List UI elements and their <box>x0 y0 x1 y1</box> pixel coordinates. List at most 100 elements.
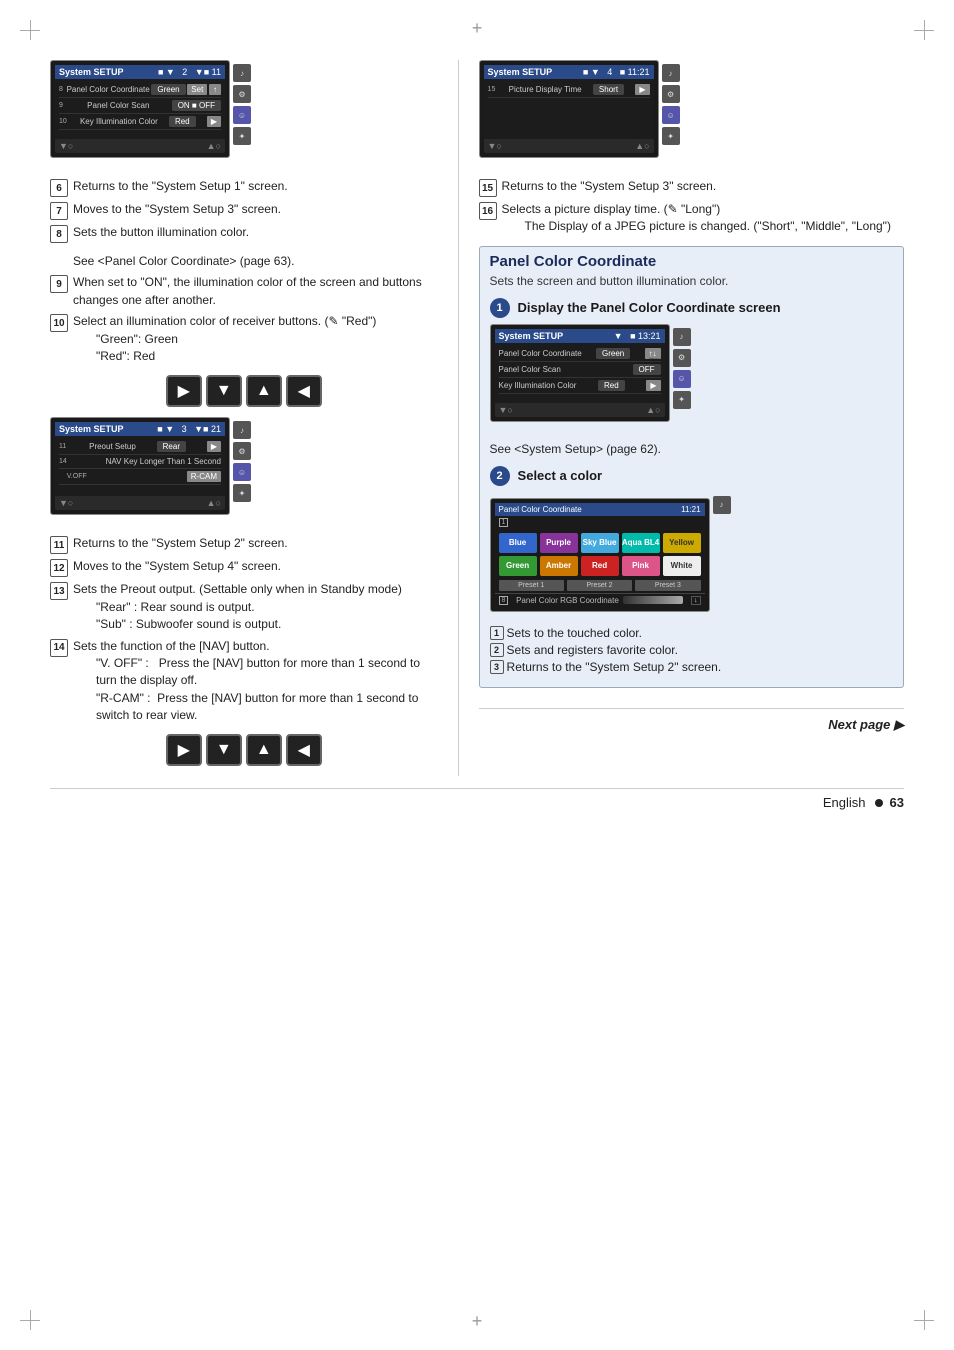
screen2-row2b-text: V.OFF <box>59 473 87 480</box>
nav-arrow-back[interactable]: ◀ <box>286 375 322 407</box>
item-10-num: 10 <box>50 314 68 332</box>
screen3-wrapper: System SETUP ■ ▼ 4 ■ 11:21 15 Picture Di… <box>479 60 904 170</box>
screen2-row2b: V.OFF R-CAM <box>59 469 221 485</box>
item-15-text: Returns to the "System Setup 3" screen. <box>502 178 904 197</box>
side-icon3-3: ☺ <box>662 106 680 124</box>
item-13: 13 Sets the Preout output. (Settable onl… <box>50 581 438 633</box>
color-cell-skyblue[interactable]: Sky Blue <box>581 533 619 553</box>
item-13-sub2: "Sub" : Subwoofer sound is output. <box>96 616 402 633</box>
step1-screen-row3: Key Illumination Color Red ▶ <box>499 378 661 394</box>
screen1-row1-up[interactable]: ↑ <box>209 84 221 95</box>
nav-arrow2-back[interactable]: ◀ <box>286 734 322 766</box>
item-7-text: Moves to the "System Setup 3" screen. <box>73 201 438 220</box>
screen1-bottom-left: ▼○ <box>59 141 73 151</box>
color-cell-yellow[interactable]: Yellow <box>663 533 701 553</box>
step1-title: Display the Panel Color Coordinate scree… <box>518 300 781 315</box>
rgb-slider[interactable] <box>623 596 683 604</box>
result-item-3: 3 Returns to the "System Setup 2" screen… <box>490 660 893 674</box>
nav-arrow-down[interactable]: ▼ <box>206 375 242 407</box>
screen3-mockup: System SETUP ■ ▼ 4 ■ 11:21 15 Picture Di… <box>479 60 659 158</box>
color-cell-red[interactable]: Red <box>581 556 619 576</box>
screen2-row1: 11 Preout Setup Rear ▶ <box>59 439 221 455</box>
side-icon-3: ☺ <box>233 106 251 124</box>
item-10-sub2: "Red": Red <box>96 348 376 365</box>
preset-btn-2[interactable]: Preset 2 <box>567 580 632 591</box>
nav-arrow-forward[interactable]: ▶ <box>166 375 202 407</box>
item-12: 12 Moves to the "System Setup 4" screen. <box>50 558 438 577</box>
step1-screen-mockup: System SETUP ▼ ■ 13:21 Panel Color Coord… <box>490 324 670 422</box>
side-icon-2: ⚙ <box>233 85 251 103</box>
step1-side-icon-1: ♪ <box>673 328 691 346</box>
result-item-1: 1 Sets to the touched color. <box>490 626 893 640</box>
preset-row: Preset 1 Preset 2 Preset 3 <box>495 580 705 593</box>
screen2-wrapper: System SETUP ■ ▼ 3 ▼■ 21 11 Preout Setup… <box>50 417 438 527</box>
item-7-num: 7 <box>50 202 68 220</box>
preset-btn-3[interactable]: Preset 3 <box>635 580 700 591</box>
result-text-2: Sets and registers favorite color. <box>507 643 678 657</box>
item-10-sub1: "Green": Green <box>96 331 376 348</box>
screen1-row3: 10 Key Illumination Color Red ▶ <box>59 114 221 130</box>
color-cell-green[interactable]: Green <box>499 556 537 576</box>
screen1-header: System SETUP ■ ▼ 2 ▼■ 11 <box>55 65 225 79</box>
step1-row3-arrow[interactable]: ▶ <box>646 380 660 391</box>
item-13-text: Sets the Preout output. (Settable only w… <box>73 581 402 598</box>
step1-screen-body: Panel Color Coordinate Green ↑↓ Panel Co… <box>495 343 665 403</box>
color-cell-purple[interactable]: Purple <box>540 533 578 553</box>
screen1-row1-label: Panel Color Coordinate <box>67 85 150 94</box>
color-cell-white[interactable]: White <box>663 556 701 576</box>
result-item-2: 2 Sets and registers favorite color. <box>490 643 893 657</box>
side-icon-1: ♪ <box>233 64 251 82</box>
step2-screen-wrapper: Panel Color Coordinate 11:21 1 Blue Purp… <box>490 492 893 618</box>
color-cell-blue[interactable]: Blue <box>499 533 537 553</box>
item-13-num: 13 <box>50 582 68 600</box>
screen1-row3-arrow[interactable]: ▶ <box>207 116 221 127</box>
screen3-row1-label: Picture Display Time <box>509 85 582 94</box>
screen1-title: System SETUP <box>59 67 124 77</box>
screen1-row1-set[interactable]: Set <box>187 84 207 95</box>
screen1-row3-num: 10 <box>59 118 67 125</box>
item-14-sub2: "R-CAM" : Press the [NAV] button for mor… <box>96 690 438 725</box>
step1-row3-value: Red <box>598 380 625 391</box>
screen3-row1-value: Short <box>593 84 624 95</box>
screen2-body: 11 Preout Setup Rear ▶ 14 NAV Key Longer… <box>55 436 225 496</box>
screen2-row2-num: 14 <box>59 458 67 465</box>
color-cell-amber[interactable]: Amber <box>540 556 578 576</box>
color-screen-header-text: Panel Color Coordinate <box>499 505 582 514</box>
nav-arrow-up[interactable]: ▲ <box>246 375 282 407</box>
step2-badge: 2 <box>490 466 510 486</box>
screen1-row1: 8 Panel Color Coordinate Green Set ↑ <box>59 82 221 98</box>
color-cell-pink[interactable]: Pink <box>622 556 660 576</box>
preset-btn-1[interactable]: Preset 1 <box>499 580 564 591</box>
panel-section-subtitle: Sets the screen and button illumination … <box>490 274 893 288</box>
item-14-num: 14 <box>50 639 68 657</box>
nav-arrow2-up[interactable]: ▲ <box>246 734 282 766</box>
color-grid: Blue Purple Sky Blue Aqua BL4 Yellow Gre… <box>495 529 705 580</box>
panel-color-coordinate-section: Panel Color Coordinate Sets the screen a… <box>479 246 904 688</box>
step1-row3-label: Key Illumination Color <box>499 381 577 390</box>
nav-arrow2-forward[interactable]: ▶ <box>166 734 202 766</box>
item-16: 16 Selects a picture display time. (✎ "L… <box>479 201 904 236</box>
screen2-row1-num: 11 <box>59 443 66 450</box>
item-14: 14 Sets the function of the [NAV] button… <box>50 638 438 725</box>
bottom-area: Next page ▶ <box>479 708 904 733</box>
side-icon2-1: ♪ <box>233 421 251 439</box>
item-14-text: Sets the function of the [NAV] button. <box>73 638 438 655</box>
item-12-num: 12 <box>50 559 68 577</box>
nav-arrow2-down[interactable]: ▼ <box>206 734 242 766</box>
screen2-bottom-left: ▼○ <box>59 498 73 508</box>
color-cell-aqua[interactable]: Aqua BL4 <box>622 533 660 553</box>
nav-arrows-2: ▶ ▼ ▲ ◀ <box>50 734 438 766</box>
screen2-row2b-rcam[interactable]: R-CAM <box>187 471 221 482</box>
screen2-row1-arrow[interactable]: ▶ <box>207 441 221 452</box>
side-icon3-2: ⚙ <box>662 85 680 103</box>
screen2-bottom-right: ▲○ <box>207 498 221 508</box>
screen3-row1-arrow[interactable]: ▶ <box>635 84 649 95</box>
footer: English 63 <box>50 788 904 810</box>
screen1-row3-value: Red <box>169 116 196 127</box>
screen2-row2: 14 NAV Key Longer Than 1 Second <box>59 455 221 469</box>
screen1-row1-value: Green <box>151 84 185 95</box>
item-9-text: When set to "ON", the illumination color… <box>73 274 438 309</box>
side-icon3-4: ✦ <box>662 127 680 145</box>
result-marker-3: 3 <box>490 660 504 674</box>
side-icon2-2: ⚙ <box>233 442 251 460</box>
